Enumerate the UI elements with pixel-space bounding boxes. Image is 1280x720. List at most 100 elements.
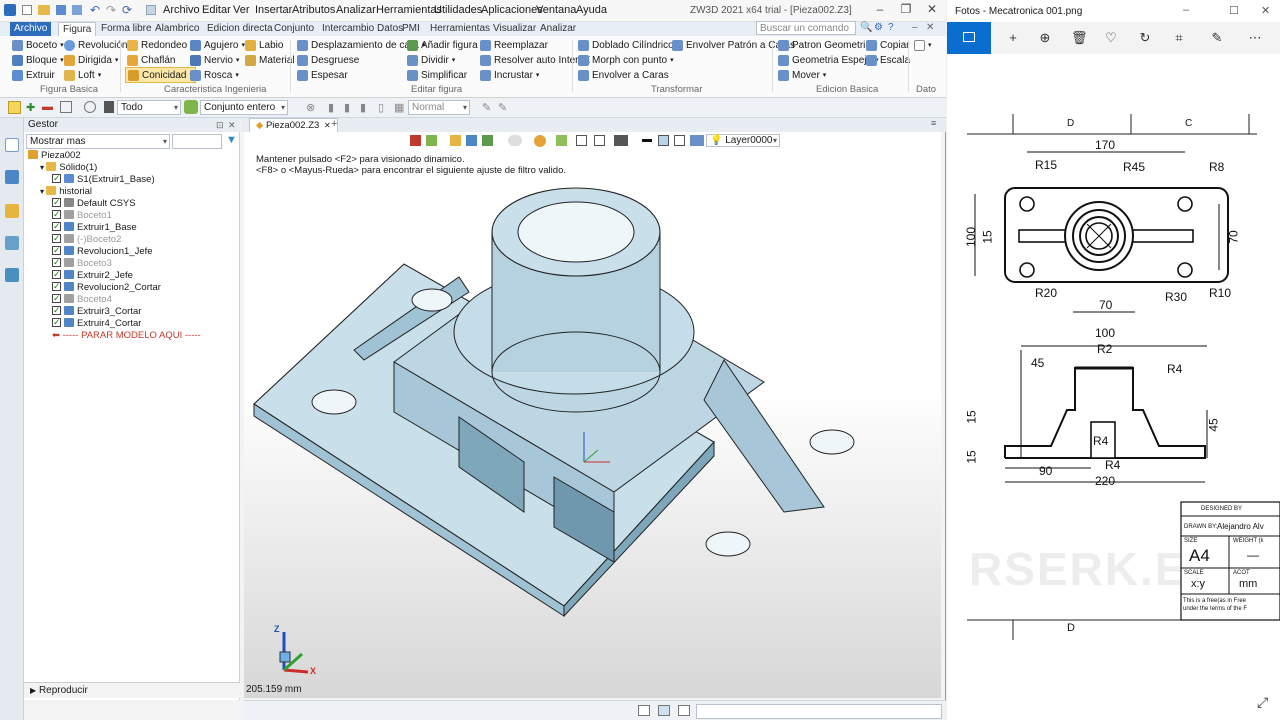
distribute-icon[interactable]: ▯ <box>378 101 384 114</box>
remove-icon[interactable]: ▬ <box>42 101 53 113</box>
tree-checkbox[interactable] <box>52 256 61 268</box>
add-icon[interactable]: + <box>1005 30 1021 46</box>
help-icon[interactable]: ? <box>888 22 894 33</box>
status-icon-c[interactable] <box>678 705 690 716</box>
revolucion-button[interactable]: Revolución <box>64 38 127 52</box>
rosca-button[interactable]: Rosca ▾ <box>190 68 239 82</box>
print-icon[interactable] <box>72 5 82 15</box>
edit-icon[interactable]: ✎ <box>1209 30 1225 46</box>
copiar-button[interactable]: Copiar <box>866 38 909 52</box>
redondeo-button[interactable]: Redondeo▾ <box>127 38 194 52</box>
menu-editar[interactable]: Editar <box>202 4 231 16</box>
status-icon-a[interactable] <box>638 705 650 716</box>
snap-icon[interactable]: ⊗ <box>306 101 315 114</box>
regen-icon[interactable]: ⟳ <box>122 3 132 17</box>
menu-insertar[interactable]: Insertar <box>255 4 292 16</box>
tree-checkbox[interactable] <box>52 280 61 292</box>
crop-icon[interactable]: ⌗ <box>1171 30 1187 46</box>
menu-ventana[interactable]: Ventana <box>536 4 576 16</box>
close-panel-icon[interactable]: ✕ <box>228 118 236 132</box>
close-doc-button[interactable]: ✕ <box>926 22 934 33</box>
tree-item[interactable]: Extruir4_Cortar <box>24 316 240 330</box>
tab-intercambio-datos[interactable]: Intercambio Datos <box>318 22 407 36</box>
chaflan-button[interactable]: Chaflán <box>127 53 175 67</box>
conicidad-button[interactable]: Conicidad▾ <box>125 67 196 83</box>
nervio-button[interactable]: Nervio ▾ <box>190 53 239 67</box>
tab-herramientas[interactable]: Herramientas <box>426 22 494 36</box>
new-file-icon[interactable] <box>22 5 32 15</box>
tab-alambrico[interactable]: Alambrico <box>151 22 203 36</box>
menu-atributos[interactable]: Atributos <box>292 4 335 16</box>
new-tab-icon[interactable]: + <box>331 118 337 130</box>
zoom-icon[interactable]: ⊕ <box>1037 30 1053 46</box>
filter-combo[interactable]: Todo ▾ <box>117 100 181 115</box>
quick-tool-icon[interactable] <box>146 5 156 15</box>
minimize-button[interactable]: – <box>872 2 888 18</box>
reemplazar-button[interactable]: Reemplazar <box>480 38 548 52</box>
tree-item[interactable]: ⬅ ----- PARAR MODELO AQUI ----- <box>24 330 240 342</box>
morph-punto-button[interactable]: Morph con punto ▾ <box>578 53 674 67</box>
align-right-icon[interactable]: ▮ <box>360 101 366 114</box>
tree-item[interactable]: Pieza002 <box>24 150 240 162</box>
tab-edicion-directa[interactable]: Edicion directa <box>203 22 277 36</box>
boceto-button[interactable]: Boceto ▾ <box>12 38 64 52</box>
search-icon[interactable]: 🔍 <box>860 22 872 33</box>
tab-visualizar[interactable]: Visualizar <box>489 22 540 36</box>
patron-geometria-button[interactable]: Patron Geometria▾ <box>778 38 877 52</box>
doc-tab-pieza002[interactable]: ◆ Pieza002.Z3 ✕ <box>249 118 338 132</box>
funnel-icon[interactable]: ▼ <box>226 134 237 146</box>
close-button[interactable]: ✕ <box>924 2 940 18</box>
menu-ver[interactable]: Ver <box>233 4 250 16</box>
tree-item[interactable]: S1(Extruir1_Base) <box>24 172 240 186</box>
menu-utilidades[interactable]: Utilidades <box>434 4 482 16</box>
tab-forma-libre[interactable]: Forma libre <box>97 22 156 36</box>
tab-analizar[interactable]: Analizar <box>536 22 580 36</box>
replay-bar[interactable]: ▶ Reproducir <box>24 682 240 698</box>
anadir-figura-button[interactable]: Añadir figura▾ <box>407 38 484 52</box>
favorite-icon[interactable]: ♡ <box>1103 30 1119 46</box>
library-dock-icon[interactable] <box>5 204 19 218</box>
pin-icon[interactable]: ⊡ <box>216 118 224 132</box>
extruir-button[interactable]: Extruir <box>12 68 55 82</box>
undo-icon[interactable]: ↶ <box>90 3 100 17</box>
manager-filter-input[interactable] <box>172 134 222 149</box>
material-button[interactable]: Material <box>245 53 295 67</box>
tree-checkbox[interactable] <box>52 244 61 256</box>
status-input[interactable] <box>696 704 942 719</box>
tree-checkbox[interactable] <box>52 292 61 304</box>
minimize-ribbon-button[interactable]: – <box>912 22 918 33</box>
user-dock-icon[interactable] <box>5 268 19 282</box>
menu-analizar[interactable]: Analizar <box>336 4 376 16</box>
scope-icon[interactable] <box>184 100 198 114</box>
expand-icon[interactable]: ⤢ <box>1257 694 1268 711</box>
bloque-button[interactable]: Bloque ▾ <box>12 53 64 67</box>
snap-grid-icon[interactable]: ▦ <box>394 101 404 114</box>
display-mode-combo[interactable]: Normal ▾ <box>408 100 470 115</box>
resolver-intersx-button[interactable]: Resolver auto IntersX <box>480 53 590 67</box>
menu-aplicaciones[interactable]: Aplicaciones <box>481 4 543 16</box>
select-box-icon[interactable] <box>60 101 72 113</box>
geometria-espejo-button[interactable]: Geometria Espejo▾ <box>778 53 879 67</box>
loft-button[interactable]: Loft ▾ <box>64 68 101 82</box>
tree-checkbox[interactable] <box>52 208 61 220</box>
status-icon-b[interactable] <box>658 705 670 716</box>
agujero-button[interactable]: Agujero ▾ <box>190 38 245 52</box>
espesar-button[interactable]: Espesar <box>297 68 348 82</box>
tab-menu-icon[interactable]: ≡ <box>931 118 936 128</box>
close-tab-icon[interactable]: ✕ <box>324 121 331 130</box>
maximize-button[interactable]: ❐ <box>898 2 914 18</box>
photos-close-button[interactable]: ✕ <box>1261 4 1270 17</box>
stop-arrow-icon[interactable]: ⬅ <box>52 330 63 341</box>
dirigida-button[interactable]: Dirigida ▾ <box>64 53 118 67</box>
open-folder-icon[interactable] <box>38 5 50 15</box>
align-left-icon[interactable]: ▮ <box>328 101 334 114</box>
zw3d-app-icon[interactable] <box>4 4 16 16</box>
tree-checkbox[interactable] <box>52 316 61 328</box>
tree-checkbox[interactable] <box>52 220 61 232</box>
tree-checkbox[interactable] <box>52 304 61 316</box>
3d-viewport[interactable]: 💡 Layer0000 ▾ Mantener pulsado <F2> para … <box>244 132 941 698</box>
save-icon[interactable] <box>56 5 66 15</box>
tab-figura[interactable]: Figura <box>58 22 97 36</box>
mover-button[interactable]: Mover ▾ <box>778 68 826 82</box>
tab-conjunto[interactable]: Conjunto <box>270 22 318 36</box>
